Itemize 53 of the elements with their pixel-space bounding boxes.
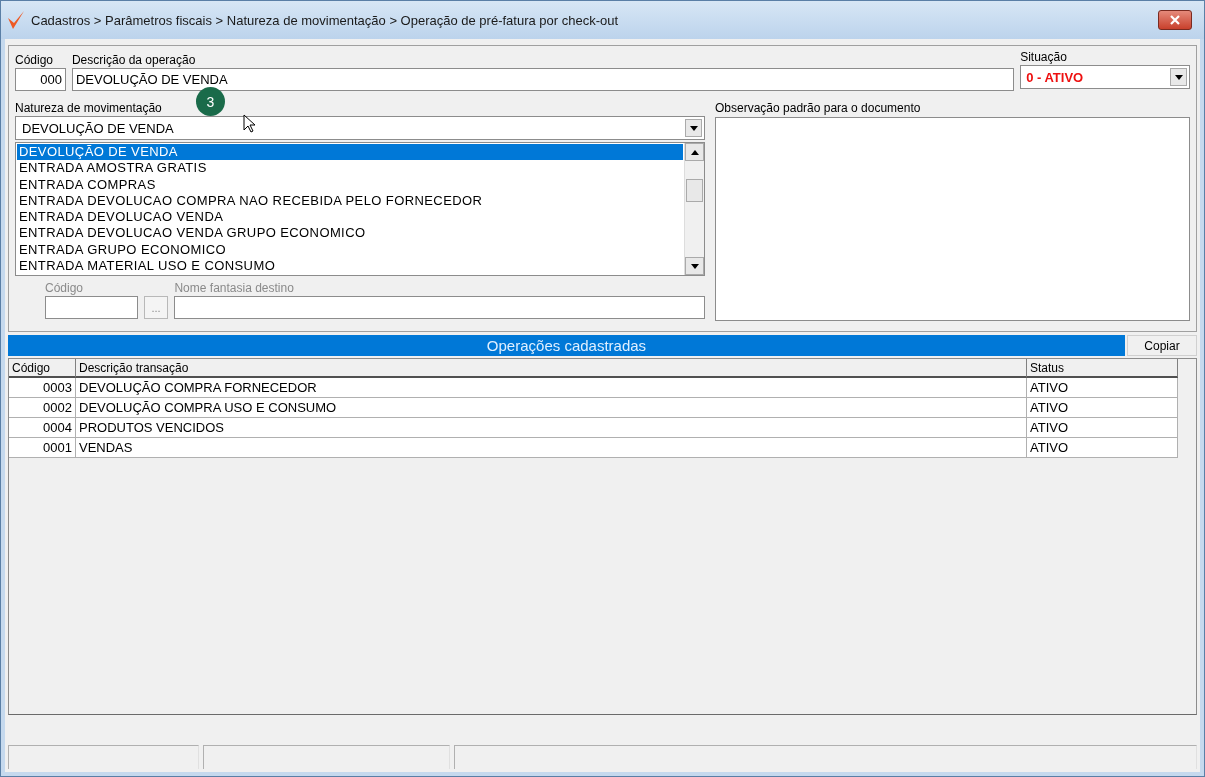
table-cell: VENDAS (76, 438, 1027, 458)
status-dropdown[interactable]: 0 - ATIVO (1020, 65, 1190, 89)
scroll-thumb[interactable] (686, 179, 703, 202)
dest-code-label: Código (45, 281, 84, 296)
table-cell: PRODUTOS VENCIDOS (76, 418, 1027, 438)
list-option[interactable]: ENTRADA DEVOLUCAO VENDA GRUPO ECONOMICO (17, 225, 683, 242)
list-option[interactable]: ENTRADA DEVOLUCAO COMPRA NAO RECEBIDA PELO FORNECEDOR (17, 192, 683, 209)
dropdown-arrow-icon (690, 263, 699, 269)
table-cell: 0003 (9, 378, 76, 398)
step-badge: 3 (196, 87, 225, 116)
scroll-down-button[interactable] (685, 257, 704, 275)
table-cell: ATIVO (1027, 398, 1178, 418)
dropdown-arrow-icon (689, 125, 698, 131)
table-cell: ATIVO (1027, 438, 1178, 458)
table-cell: DEVOLUÇÃO COMPRA FORNECEDOR (76, 378, 1027, 398)
table-cell: DEVOLUÇÃO COMPRA USO E CONSUMO (76, 398, 1027, 418)
list-option[interactable]: ENTRADA MATERIAL USO E CONSUMO (17, 257, 683, 274)
notes-label: Observação padrão para o documento (715, 101, 921, 116)
code-field[interactable]: 000 (15, 68, 66, 91)
mouse-cursor-icon (243, 114, 255, 133)
close-button[interactable] (1158, 10, 1192, 30)
window-title: Cadastros > Parâmetros fiscais > Natureza de movimentação > Operação de pré-fatura por check-out (31, 12, 620, 28)
section-header: Operações cadastradas (8, 335, 1125, 356)
list-option[interactable]: DEVOLUÇÃO DE VENDA (17, 144, 683, 161)
dest-code-field[interactable] (45, 296, 138, 319)
scroll-up-icon (690, 149, 699, 155)
notes-field[interactable] (715, 117, 1190, 321)
nature-dropdown[interactable]: DEVOLUÇÃO DE VENDA (15, 116, 705, 140)
scroll-up-button[interactable] (685, 143, 704, 161)
dest-name-label: Nome fantasia destino (174, 281, 294, 296)
table-cell: 0001 (9, 438, 76, 458)
nature-label: Natureza de movimentação (15, 101, 162, 116)
list-option[interactable]: ENTRADA DEVOLUCAO VENDA (17, 209, 683, 226)
dropdown-arrow-icon (1174, 74, 1183, 80)
description-label: Descrição da operação (71, 53, 196, 68)
close-icon (1170, 15, 1180, 25)
list-option[interactable]: ENTRADA AMOSTRA GRATIS (17, 160, 683, 177)
list-option[interactable]: ENTRADA COMPRAS (17, 176, 683, 193)
description-field[interactable]: DEVOLUÇÃO DE VENDA (71, 68, 1015, 91)
list-option[interactable]: ENTRADA GRUPO ECONOMICO (17, 241, 683, 258)
scrollbar[interactable] (684, 143, 704, 275)
dest-name-field[interactable] (174, 296, 705, 319)
table-cell: ATIVO (1027, 418, 1178, 438)
code-label: Código (15, 53, 54, 68)
column-header[interactable]: Descrição transação (76, 359, 1027, 378)
table-cell: ATIVO (1027, 378, 1178, 398)
table-cell: 0002 (9, 398, 76, 418)
status-label: Situação (1020, 50, 1067, 65)
table-cell: 0004 (9, 418, 76, 438)
copy-button[interactable]: Copiar (1127, 335, 1197, 356)
column-header[interactable]: Código (9, 359, 76, 378)
browse-button[interactable]: ... (143, 296, 169, 319)
column-header[interactable]: Status (1027, 359, 1178, 378)
